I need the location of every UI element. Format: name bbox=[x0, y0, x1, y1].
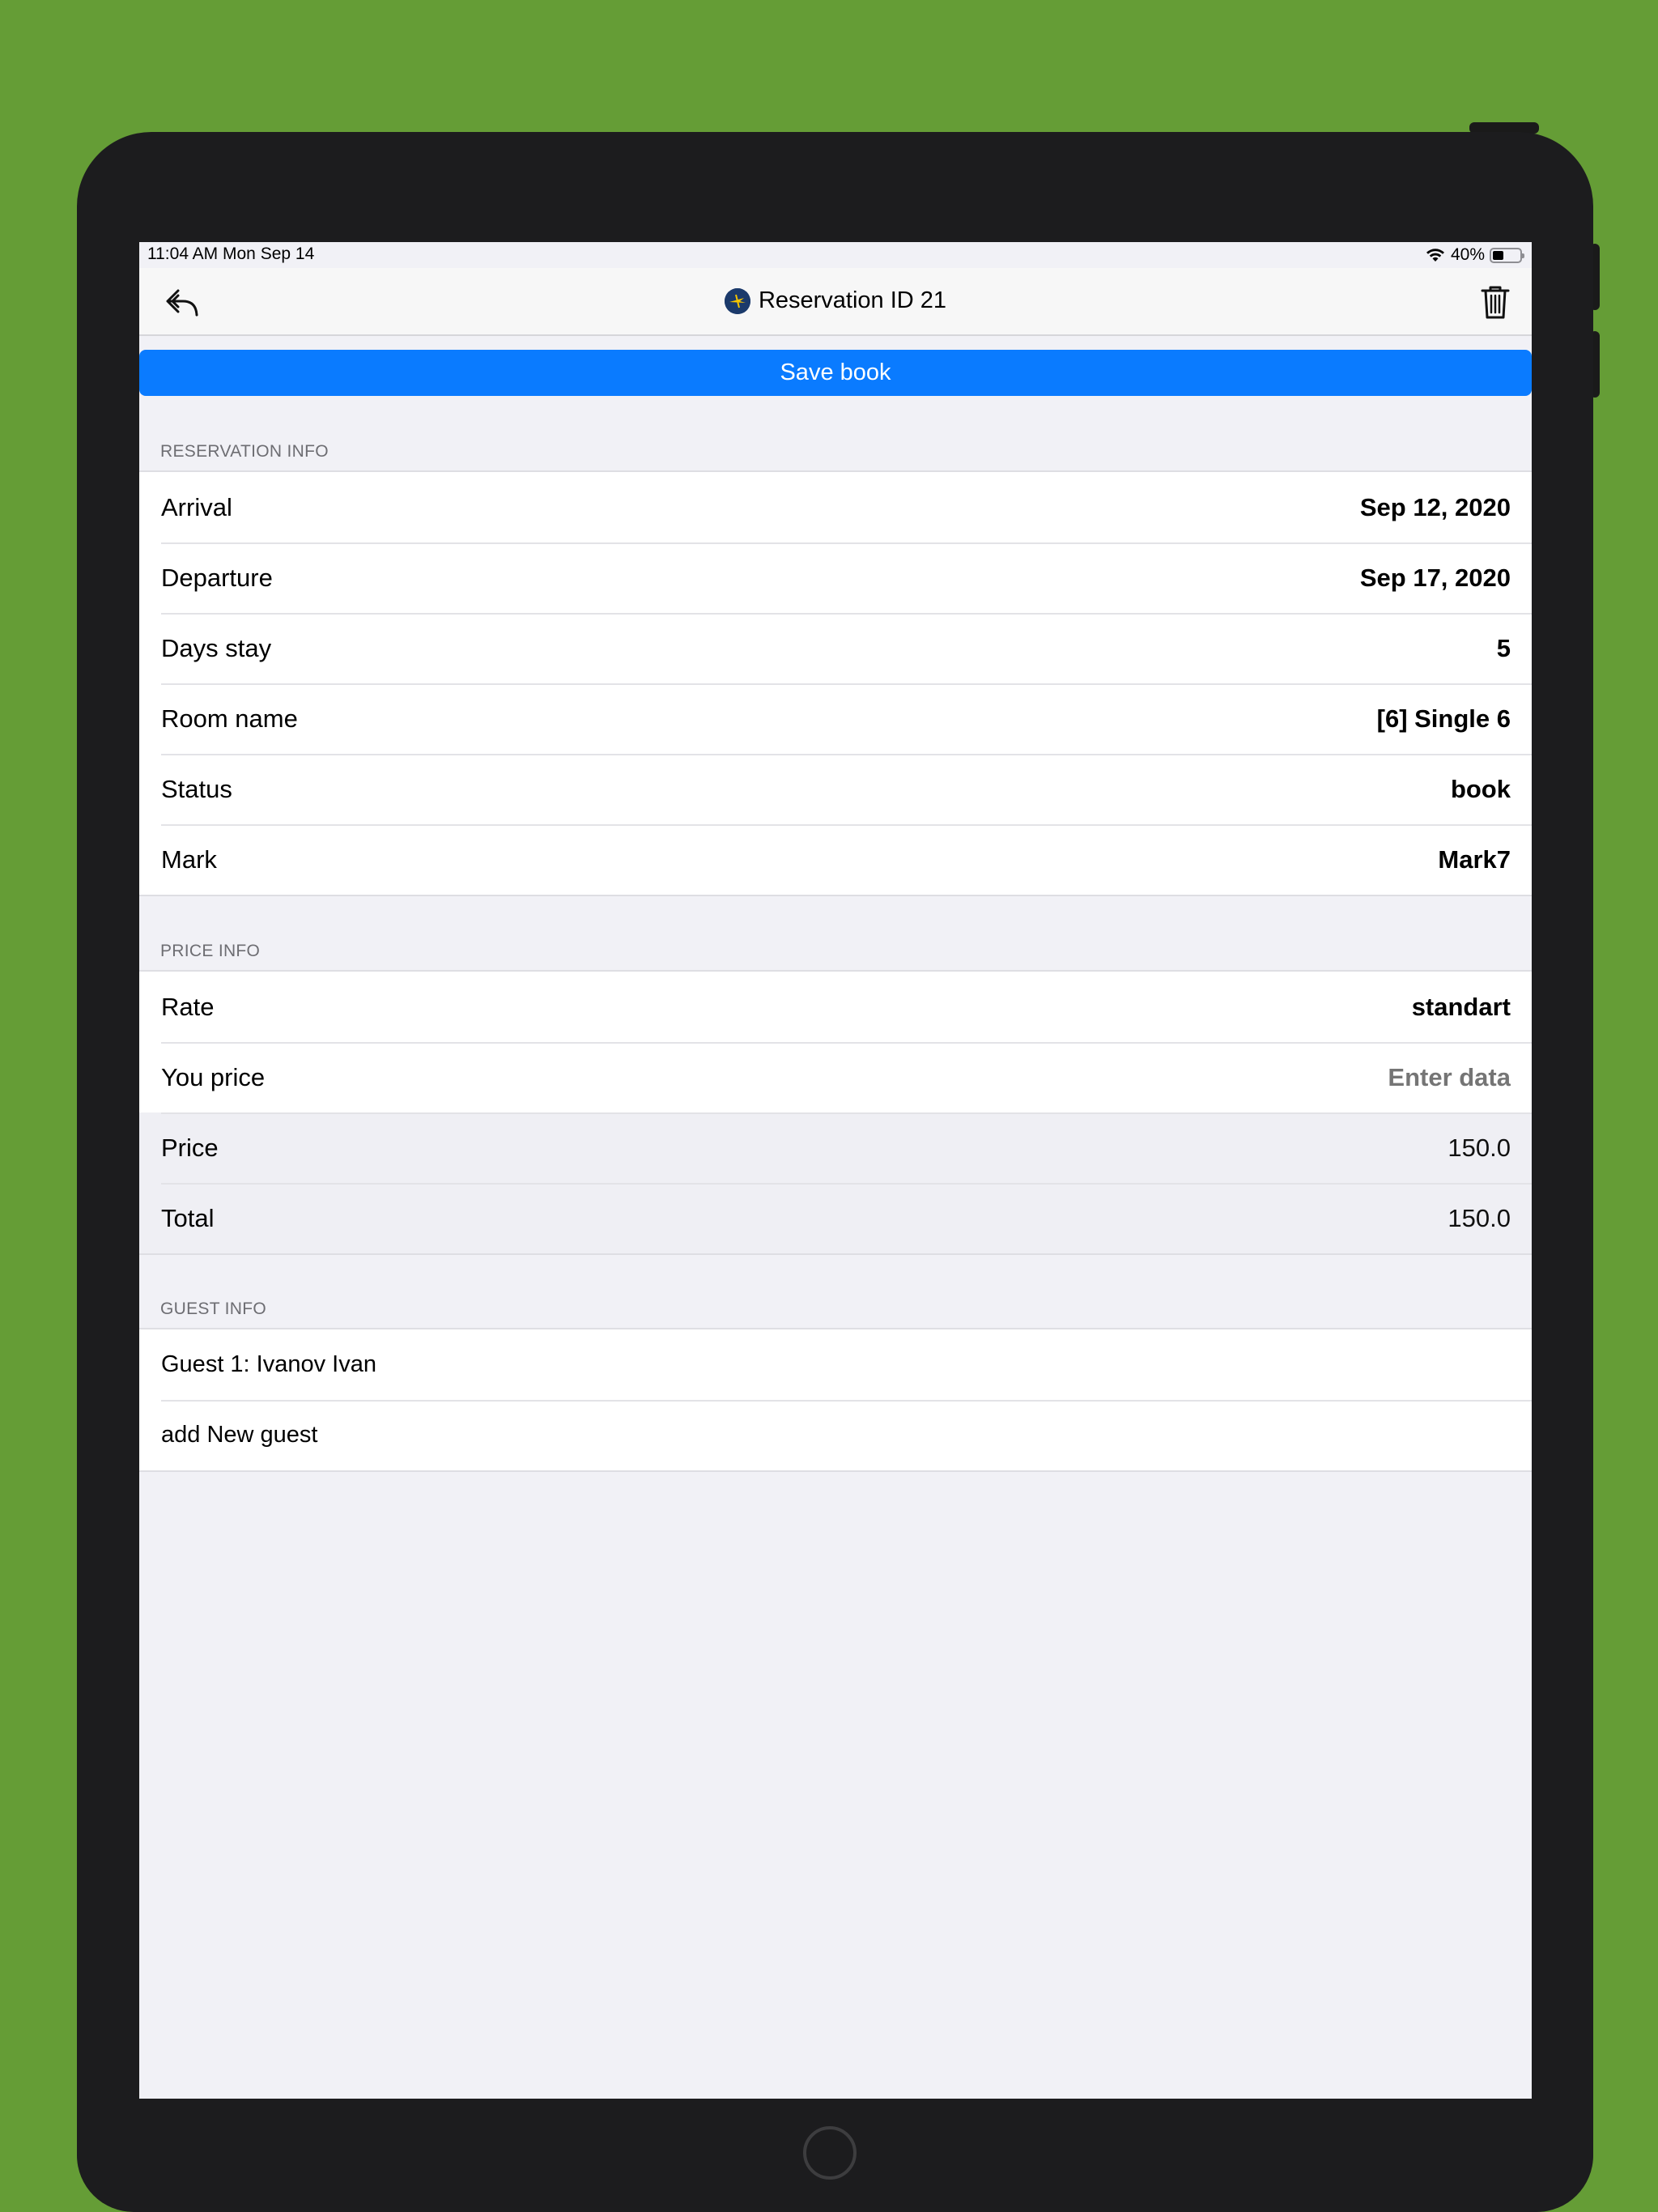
departure-label: Departure bbox=[161, 563, 273, 592]
row-total: Total 150.0 bbox=[139, 1183, 1532, 1253]
reservation-info-group: Arrival Sep 12, 2020 Departure Sep 17, 2… bbox=[139, 470, 1532, 896]
mark-label: Mark bbox=[161, 844, 217, 874]
page-title: Reservation ID 21 bbox=[758, 287, 947, 313]
save-book-button[interactable]: Save book bbox=[139, 350, 1532, 396]
mark-value: Mark7 bbox=[1438, 844, 1511, 874]
guest-name: Guest 1: Ivanov Ivan bbox=[161, 1351, 376, 1377]
row-arrival[interactable]: Arrival Sep 12, 2020 bbox=[139, 472, 1532, 542]
arrival-value: Sep 12, 2020 bbox=[1359, 492, 1511, 521]
total-label: Total bbox=[161, 1203, 215, 1232]
total-value: 150.0 bbox=[1448, 1203, 1511, 1232]
row-mark[interactable]: Mark Mark7 bbox=[139, 824, 1532, 895]
room-name-value: [6] Single 6 bbox=[1376, 704, 1511, 733]
app-screen: 11:04 AM Mon Sep 14 40% Reservation ID 2… bbox=[139, 242, 1532, 2099]
battery-level-fill bbox=[1493, 250, 1503, 260]
reservation-info-header: RESERVATION INFO bbox=[160, 442, 329, 461]
departure-value: Sep 17, 2020 bbox=[1359, 563, 1511, 592]
row-departure[interactable]: Departure Sep 17, 2020 bbox=[139, 542, 1532, 613]
guest-info-header: GUEST INFO bbox=[160, 1300, 266, 1318]
add-new-guest-label: add New guest bbox=[161, 1422, 318, 1448]
you-price-input[interactable] bbox=[1268, 1062, 1511, 1092]
row-status[interactable]: Status book bbox=[139, 754, 1532, 824]
row-price: Price 150.0 bbox=[139, 1112, 1532, 1183]
add-new-guest-row[interactable]: add New guest bbox=[139, 1400, 1532, 1470]
status-label: Status bbox=[161, 774, 232, 803]
row-days-stay: Days stay 5 bbox=[139, 613, 1532, 683]
room-name-label: Room name bbox=[161, 704, 298, 733]
price-value: 150.0 bbox=[1448, 1133, 1511, 1162]
status-right-cluster: 40% bbox=[1425, 245, 1524, 266]
page-title-container: Reservation ID 21 bbox=[139, 287, 1532, 314]
status-bar: 11:04 AM Mon Sep 14 40% bbox=[139, 242, 1532, 268]
trash-icon[interactable] bbox=[1480, 284, 1511, 320]
app-logo-icon bbox=[724, 287, 750, 314]
home-button[interactable] bbox=[803, 2126, 857, 2180]
guest-row[interactable]: Guest 1: Ivanov Ivan bbox=[139, 1329, 1532, 1400]
rate-value: standart bbox=[1411, 992, 1511, 1021]
you-price-label: You price bbox=[161, 1062, 266, 1091]
arrival-label: Arrival bbox=[161, 492, 232, 521]
days-stay-label: Days stay bbox=[161, 633, 272, 662]
battery-icon bbox=[1490, 247, 1524, 263]
row-room-name[interactable]: Room name [6] Single 6 bbox=[139, 683, 1532, 754]
price-info-group: Rate standart You price Price 150.0 Tota… bbox=[139, 970, 1532, 1255]
price-info-header: PRICE INFO bbox=[160, 942, 261, 960]
status-time-date: 11:04 AM Mon Sep 14 bbox=[147, 245, 315, 263]
guest-info-group: Guest 1: Ivanov Ivan add New guest bbox=[139, 1328, 1532, 1472]
status-value: book bbox=[1450, 774, 1511, 803]
battery-percentage: 40% bbox=[1450, 245, 1485, 264]
navigation-bar: Reservation ID 21 bbox=[139, 268, 1532, 336]
row-rate[interactable]: Rate standart bbox=[139, 972, 1532, 1042]
wifi-icon bbox=[1426, 249, 1444, 262]
price-label: Price bbox=[161, 1133, 219, 1162]
rate-label: Rate bbox=[161, 992, 215, 1021]
days-stay-value: 5 bbox=[1496, 633, 1511, 662]
row-you-price[interactable]: You price bbox=[139, 1042, 1532, 1112]
